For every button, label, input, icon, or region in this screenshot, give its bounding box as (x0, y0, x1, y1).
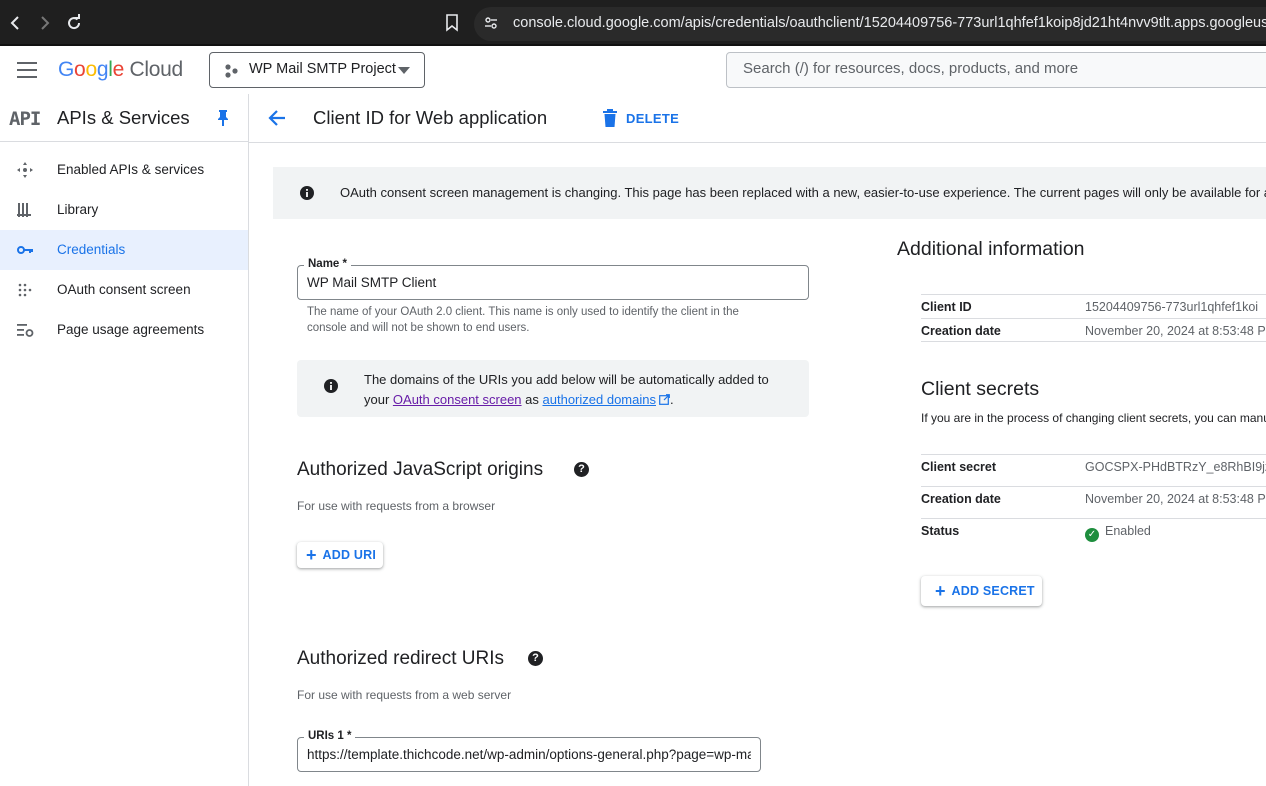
info-icon (324, 379, 338, 393)
key-icon (17, 246, 33, 254)
name-field[interactable]: Name * (297, 258, 809, 300)
client-secrets-subtitle: If you are in the process of changing cl… (921, 411, 1266, 425)
logo-google-text: Google (58, 58, 124, 81)
google-cloud-logo[interactable]: Google Cloud (58, 58, 183, 82)
project-picker[interactable]: WP Mail SMTP Project (209, 52, 425, 88)
js-origins-title: Authorized JavaScript origins (297, 459, 544, 480)
status-row: Status ✓ Enabled (921, 518, 1266, 550)
bookmark-icon[interactable] (442, 12, 462, 34)
pin-icon[interactable] (216, 109, 230, 127)
name-label: Name * (304, 258, 351, 270)
redirect-uris-subtitle: For use with requests from a web server (297, 688, 512, 702)
help-icon[interactable]: ? (574, 462, 589, 477)
enabled-apis-icon (17, 162, 33, 178)
uri1-label: URIs 1 * (304, 730, 356, 742)
sidebar-title: APIs & Services (57, 107, 190, 128)
project-name: WP Mail SMTP Project (249, 61, 396, 77)
secret-creation-label: Creation date (921, 492, 1001, 506)
note-text-mid: as (521, 392, 543, 407)
chevron-down-icon (398, 67, 410, 74)
delete-button[interactable]: DELETE (602, 107, 679, 129)
external-link-icon[interactable] (659, 394, 670, 405)
sidebar-item-label: Enabled APIs & services (57, 162, 205, 177)
client-secret-value[interactable]: GOCSPX-PHdBTRzY_e8RhBI9jz (1085, 460, 1266, 474)
forward-arrow-icon[interactable] (35, 12, 55, 34)
sidebar-item-label: Page usage agreements (57, 322, 205, 337)
sidebar-item-oauth-consent[interactable]: OAuth consent screen (0, 270, 248, 310)
project-icon (225, 64, 238, 78)
sidebar-item-label: Library (57, 202, 99, 217)
sidebar-item-enabled-apis[interactable]: Enabled APIs & services (0, 150, 248, 190)
creation-date-value: November 20, 2024 at 8:53:48 P (1085, 324, 1266, 338)
url-text[interactable]: console.cloud.google.com/apis/credential… (513, 15, 1266, 31)
sidebar-item-library[interactable]: Library (0, 190, 248, 230)
client-id-label: Client ID (921, 300, 972, 314)
browser-toolbar: console.cloud.google.com/apis/credential… (0, 0, 1266, 46)
uri1-field[interactable]: URIs 1 * (297, 730, 761, 772)
sidebar-item-label: Credentials (57, 242, 126, 257)
authorized-domains-link[interactable]: authorized domains (543, 392, 656, 407)
back-arrow-icon[interactable] (5, 12, 25, 34)
redirect-uris-title: Authorized redirect URIs (297, 648, 504, 669)
uri1-input[interactable] (307, 747, 751, 762)
sidebar-item-credentials[interactable]: Credentials (0, 230, 248, 270)
oauth-consent-link[interactable]: OAuth consent screen (393, 392, 522, 407)
client-secrets-title: Client secrets (921, 378, 1040, 400)
banner-text: OAuth consent screen management is chang… (340, 185, 1266, 200)
add-uri-label: ADD URI (322, 548, 376, 562)
sidebar-item-label: OAuth consent screen (57, 282, 191, 297)
status-label: Status (921, 524, 960, 538)
creation-date-row: Creation date November 20, 2024 at 8:53:… (921, 318, 1266, 342)
back-arrow-icon[interactable] (266, 107, 288, 129)
name-input[interactable] (307, 275, 799, 290)
sidebar: API APIs & Services Enabled APIs & servi… (0, 94, 249, 786)
info-banner: OAuth consent screen management is chang… (273, 167, 1266, 219)
add-uri-button[interactable]: + ADD URI (297, 542, 383, 568)
page-title: Client ID for Web application (313, 107, 548, 128)
client-id-row: Client ID 15204409756-773url1qhfef1koi (921, 294, 1266, 318)
domains-note: The domains of the URIs you add below wi… (297, 360, 809, 417)
api-icon: API (9, 108, 41, 130)
consent-icon (18, 283, 32, 297)
settings-list-icon (17, 324, 34, 337)
status-value: ✓ Enabled (1085, 524, 1151, 542)
js-origins-subtitle: For use with requests from a browser (297, 499, 496, 513)
trash-icon (603, 109, 617, 127)
sidebar-item-page-usage[interactable]: Page usage agreements (0, 310, 248, 350)
main-menu-icon[interactable] (17, 62, 37, 78)
plus-icon: + (306, 545, 317, 565)
client-id-value[interactable]: 15204409756-773url1qhfef1koi (1085, 300, 1258, 314)
add-secret-label: ADD SECRET (951, 584, 1035, 598)
name-hint: The name of your OAuth 2.0 client. This … (307, 306, 739, 334)
client-secret-row: Client secret GOCSPX-PHdBTRzY_e8RhBI9jz (921, 454, 1266, 486)
help-icon[interactable]: ? (528, 651, 543, 666)
logo-cloud-text: Cloud (129, 58, 184, 81)
domains-note-text: The domains of the URIs you add below wi… (364, 370, 794, 410)
client-secret-label: Client secret (921, 460, 997, 474)
add-secret-button[interactable]: + ADD SECRET (921, 576, 1042, 606)
additional-info-title: Additional information (897, 238, 1085, 260)
note-text-post: . (669, 392, 674, 407)
library-icon (17, 203, 31, 217)
creation-date-label: Creation date (921, 324, 1001, 338)
info-icon (300, 186, 314, 200)
plus-icon: + (935, 581, 946, 601)
secret-creation-value: November 20, 2024 at 8:53:48 P (1085, 492, 1266, 506)
delete-label: DELETE (626, 110, 680, 126)
sidebar-header: API APIs & Services (0, 94, 248, 142)
secret-creation-row: Creation date November 20, 2024 at 8:53:… (921, 486, 1266, 518)
check-circle-icon: ✓ (1085, 528, 1099, 542)
search-input[interactable] (743, 60, 1263, 77)
status-text: Enabled (1105, 524, 1151, 538)
reload-icon[interactable] (64, 12, 84, 34)
search-box[interactable] (726, 52, 1266, 88)
site-info-icon[interactable] (481, 12, 501, 34)
